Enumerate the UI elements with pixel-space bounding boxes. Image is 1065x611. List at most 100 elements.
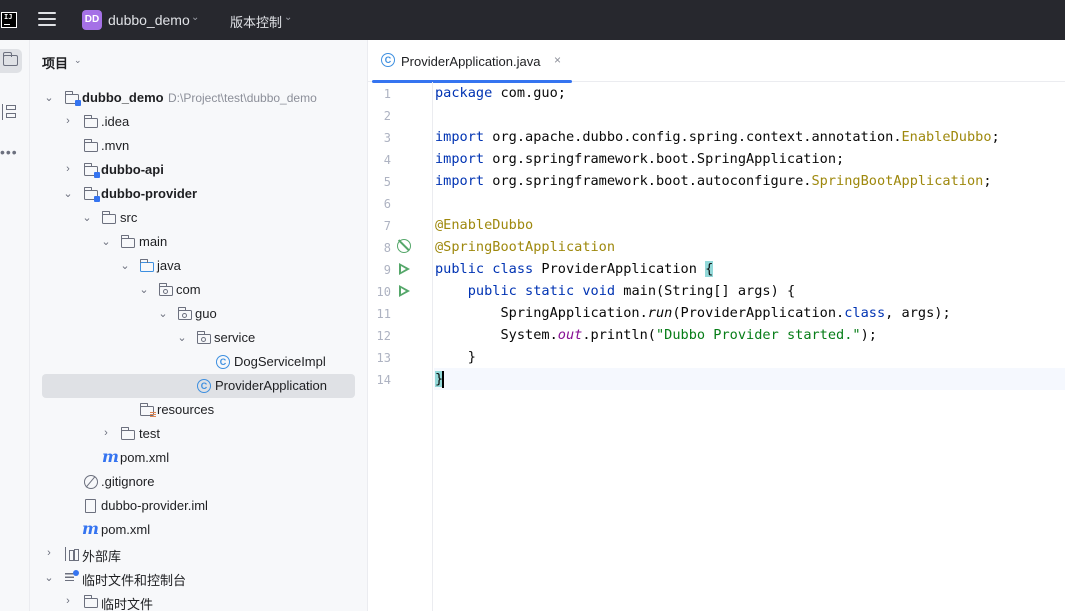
tree-item-idea[interactable]: › .idea	[30, 110, 367, 134]
chevron-down-icon[interactable]: ⌄	[139, 283, 149, 296]
tab-providerapplication[interactable]: C ProviderApplication.java ×	[372, 40, 572, 83]
package-icon	[158, 283, 173, 296]
tree-item-test[interactable]: › test	[30, 422, 367, 446]
tree-item-src[interactable]: ⌄ src	[30, 206, 367, 230]
chevron-right-icon[interactable]: ›	[63, 595, 73, 607]
code-line: import org.springframework.boot.SpringAp…	[434, 148, 1065, 170]
code-token: main(String[] args) {	[615, 283, 796, 299]
tree-item-scratches-consoles[interactable]: ⌄ 临时文件和控制台	[30, 566, 367, 590]
tree-item-dubbo-api[interactable]: › dubbo-api	[30, 158, 367, 182]
code-line: @SpringBootApplication	[434, 236, 1065, 258]
chevron-down-icon[interactable]: ⌄	[63, 187, 73, 200]
tree-item-java[interactable]: ⌄ java	[30, 254, 367, 278]
tree-item-label: 临时文件	[101, 597, 154, 611]
tree-item-dubbo-demo[interactable]: ⌄ dubbo_demo D:\Project\test\dubbo_demo	[30, 86, 367, 110]
spring-bean-icon[interactable]	[397, 239, 411, 253]
project-switcher[interactable]: dubbo_demo	[108, 12, 190, 28]
chevron-down-icon[interactable]: ⌄	[44, 571, 54, 584]
tree-item-label: ProviderApplication	[215, 378, 328, 393]
more-icon: •••	[0, 144, 18, 160]
chevron-down-icon[interactable]: ⌄	[44, 91, 54, 104]
chevron-down-icon[interactable]: ⌄	[177, 331, 187, 344]
folder-icon	[2, 52, 18, 66]
chevron-right-icon[interactable]: ›	[63, 115, 73, 127]
tree-item-label: .idea	[101, 114, 130, 129]
tree-item-com[interactable]: ⌄ com	[30, 278, 367, 302]
tree-item-label: dubbo-provider	[101, 186, 198, 201]
maven-icon: m	[102, 447, 119, 466]
project-panel: 项目 ⌄ ⌄ dubbo_demo D:\Project\test\dubbo_…	[30, 40, 368, 611]
tree-item-label: service	[214, 330, 256, 345]
tree-item-service[interactable]: ⌄ service	[30, 326, 367, 350]
tool-window-strip: •••	[0, 40, 30, 611]
module-folder-icon	[83, 163, 100, 178]
more-tools-button[interactable]: •••	[0, 140, 22, 164]
code-token: out	[557, 327, 583, 343]
code-token: ;	[983, 173, 992, 189]
main-menu-icon[interactable]	[38, 12, 56, 28]
tree-item-resources[interactable]: resources	[30, 398, 367, 422]
project-path-hint: D:\Project\test\dubbo_demo	[168, 91, 317, 105]
chevron-right-icon[interactable]: ›	[44, 547, 54, 559]
folder-icon	[83, 139, 98, 152]
chevron-right-icon[interactable]: ›	[63, 163, 73, 175]
line-number: 2	[383, 109, 391, 123]
tree-item-label: main	[139, 234, 168, 249]
file-icon	[85, 499, 96, 513]
code-line: import org.apache.dubbo.config.spring.co…	[434, 126, 1065, 148]
tree-item-label: test	[139, 426, 160, 441]
code-token: import	[435, 129, 485, 145]
tree-item-guo[interactable]: ⌄ guo	[30, 302, 367, 326]
tree-item-main[interactable]: ⌄ main	[30, 230, 367, 254]
intellij-logo-icon[interactable]: IJ	[1, 12, 17, 28]
tree-item-providerapplication[interactable]: C ProviderApplication	[42, 374, 355, 398]
tree-item-label: DogServiceImpl	[234, 354, 326, 369]
vcs-menu[interactable]: 版本控制	[230, 12, 282, 31]
chevron-right-icon[interactable]: ›	[101, 427, 111, 439]
code-area[interactable]: package com.guo; import org.apache.dubbo…	[434, 82, 1065, 611]
editor-gutter[interactable]: 1 2 3 4 5 6 7 8 9 10 11 12 13 14	[368, 82, 433, 611]
code-token: System.	[435, 327, 558, 343]
tree-item-label: pom.xml	[101, 522, 151, 537]
close-icon[interactable]: ×	[554, 53, 561, 67]
tree-item-provider-iml[interactable]: dubbo-provider.iml	[30, 494, 367, 518]
folder-icon	[120, 427, 135, 440]
structure-tool-button[interactable]	[0, 100, 22, 124]
tree-item-dubbo-provider[interactable]: ⌄ dubbo-provider	[30, 182, 367, 206]
code-token: "Dubbo Provider started."	[656, 327, 861, 343]
chevron-down-icon[interactable]: ⌄	[284, 12, 292, 23]
chevron-down-icon[interactable]: ⌄	[74, 55, 82, 66]
chevron-down-icon[interactable]: ⌄	[101, 235, 111, 248]
code-token: EnableDubbo	[901, 129, 992, 145]
tree-item-external-libraries[interactable]: › 外部库	[30, 542, 367, 566]
tree-item-provider-pom[interactable]: m pom.xml	[30, 446, 367, 470]
panel-title[interactable]: 项目	[42, 53, 68, 72]
line-number: 10	[376, 285, 391, 299]
tree-item-mvn[interactable]: .mvn	[30, 134, 367, 158]
package-icon	[196, 331, 211, 344]
line-number: 11	[376, 307, 391, 321]
code-token: @SpringBootApplication	[435, 239, 616, 255]
tree-item-gitignore[interactable]: .gitignore	[30, 470, 367, 494]
code-token: class	[844, 305, 886, 321]
project-tool-button[interactable]	[0, 49, 22, 73]
scratch-icon	[65, 570, 79, 585]
run-icon[interactable]	[398, 263, 410, 275]
tree-item-root-pom[interactable]: m pom.xml	[30, 518, 367, 542]
line-number: 1	[383, 87, 391, 101]
tree-item-scratches[interactable]: › 临时文件	[30, 590, 367, 611]
tree-item-label: java	[157, 258, 181, 273]
library-icon	[65, 547, 79, 561]
tree-item-dogserviceimpl[interactable]: C DogServiceImpl	[30, 350, 367, 374]
project-badge[interactable]: DD	[82, 10, 102, 30]
run-icon[interactable]	[398, 285, 410, 297]
maven-icon: m	[82, 519, 99, 538]
chevron-down-icon[interactable]: ⌄	[191, 12, 199, 23]
chevron-down-icon[interactable]: ⌄	[82, 211, 92, 224]
chevron-down-icon[interactable]: ⌄	[120, 259, 130, 272]
code-token: package	[435, 85, 493, 101]
code-token: org.apache.dubbo.config.spring.context.a…	[484, 129, 902, 145]
chevron-down-icon[interactable]: ⌄	[158, 307, 168, 320]
